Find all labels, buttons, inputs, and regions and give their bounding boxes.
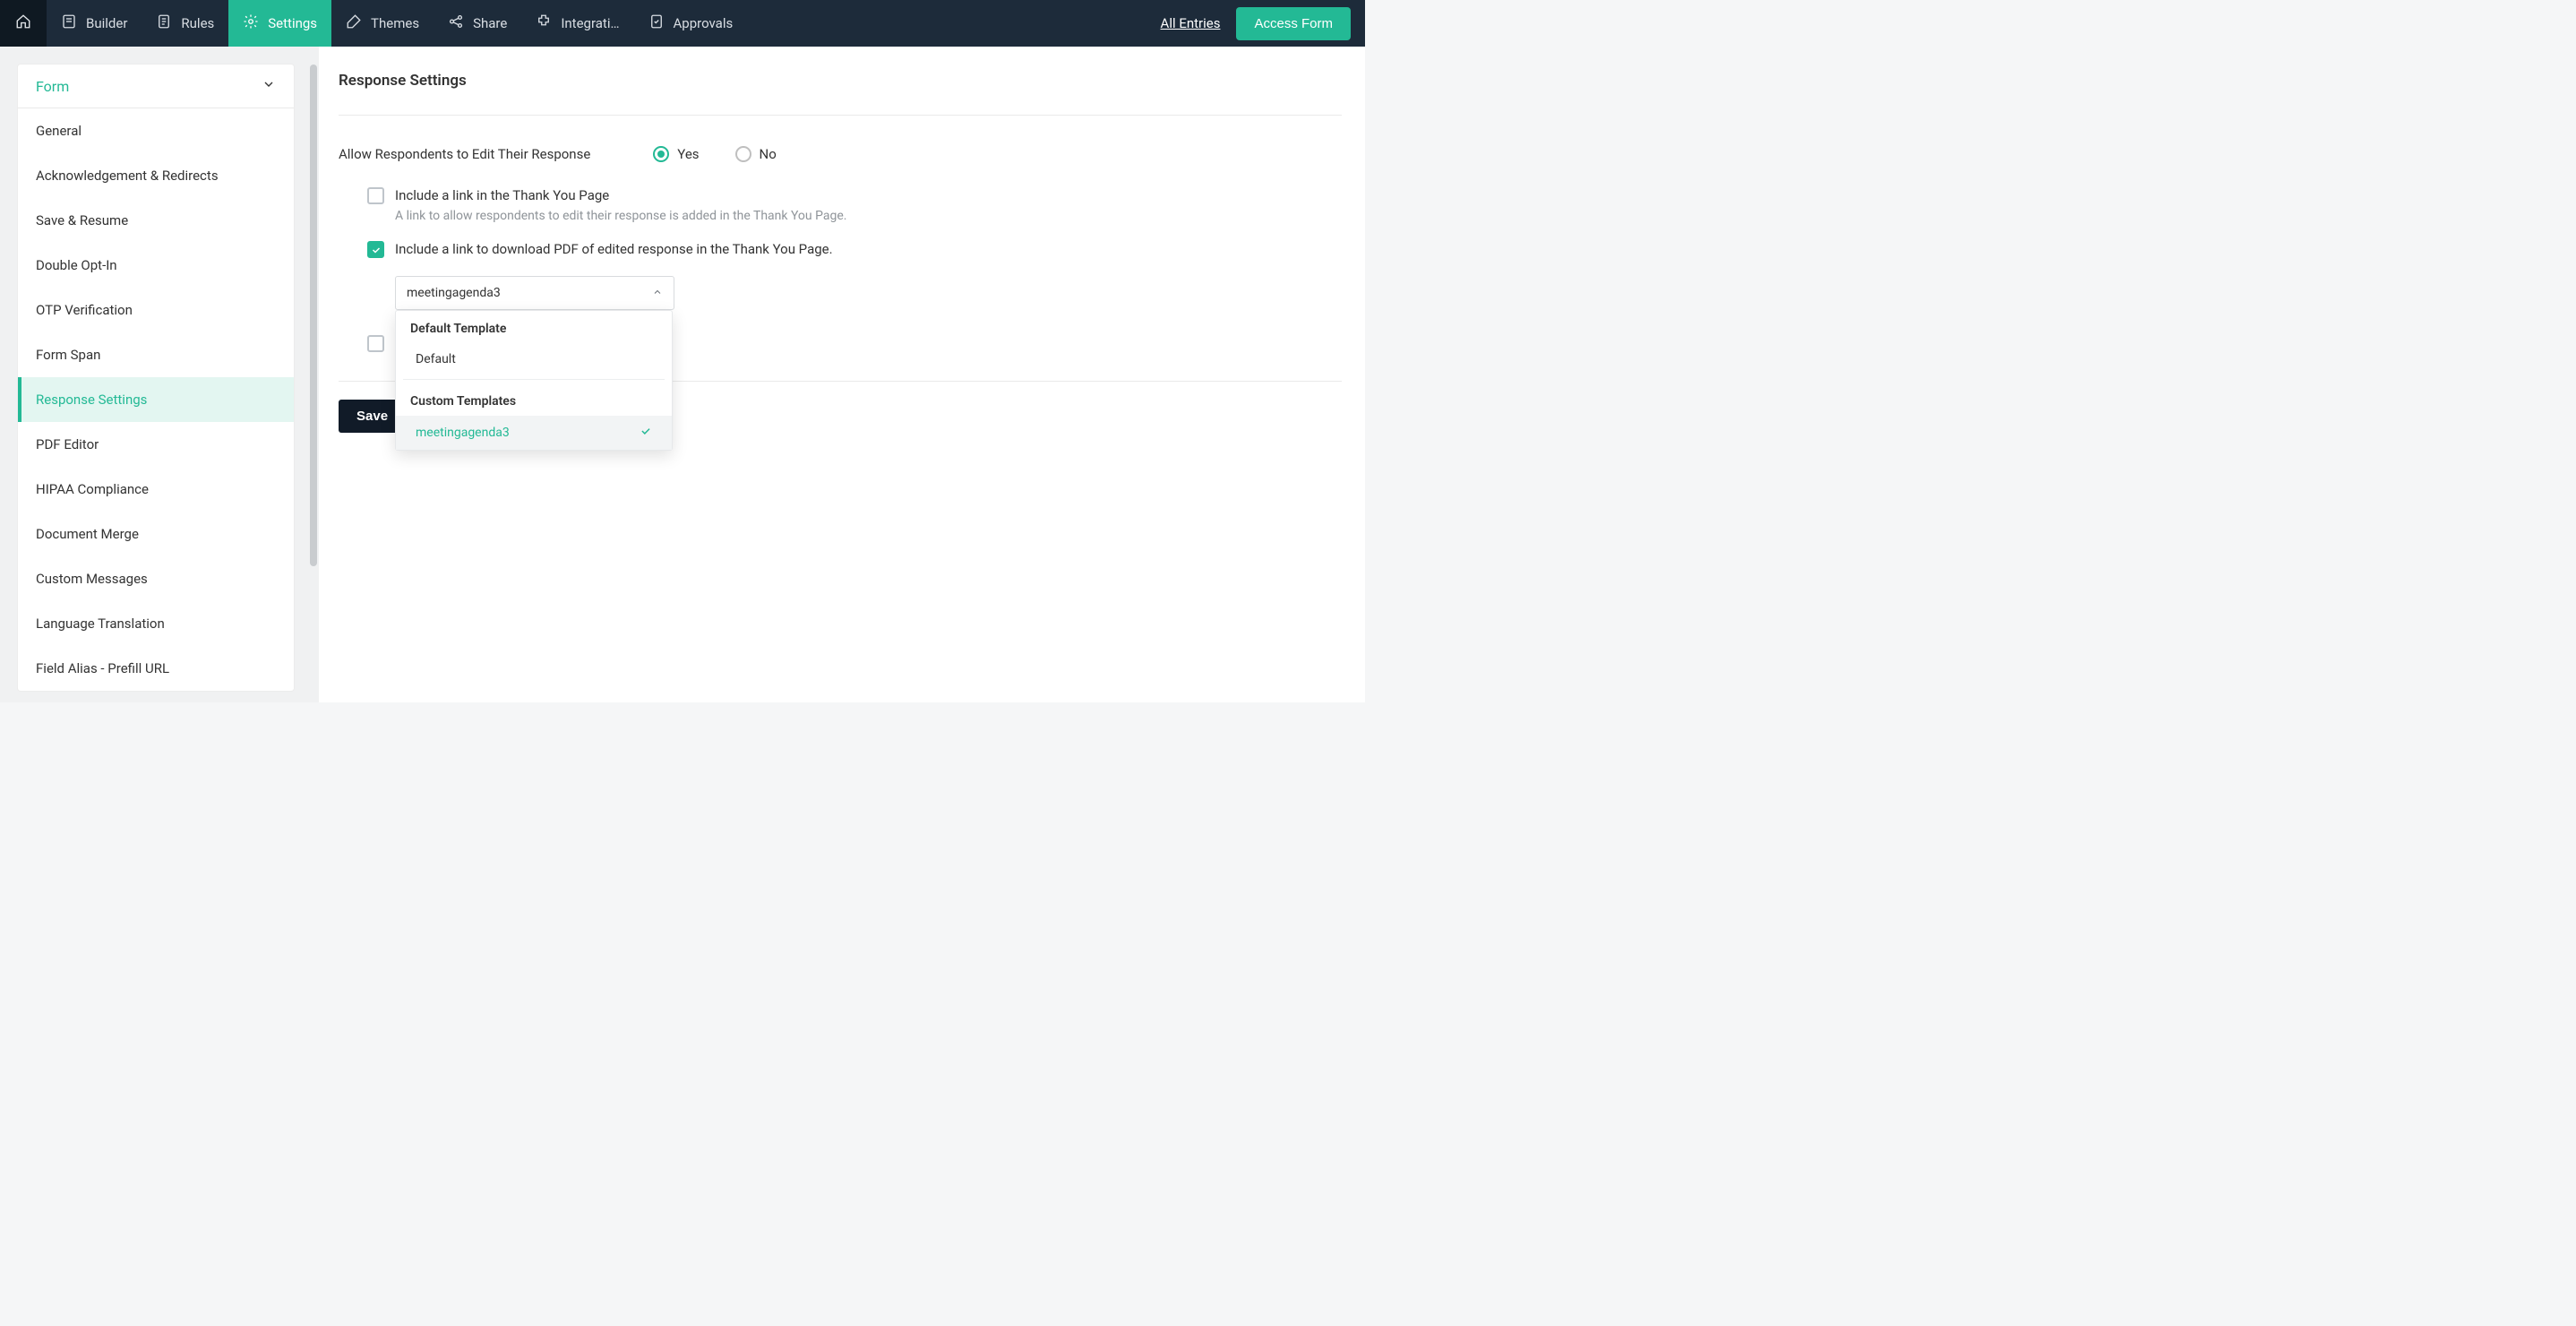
sidebar-item-pdf-editor[interactable]: PDF Editor bbox=[18, 422, 294, 467]
spacer bbox=[747, 0, 1144, 47]
radio-yes[interactable]: Yes bbox=[653, 146, 699, 162]
page-title: Response Settings bbox=[339, 72, 1342, 116]
sidebar-item-form-span[interactable]: Form Span bbox=[18, 332, 294, 377]
access-form-button[interactable]: Access Form bbox=[1236, 7, 1351, 40]
sidebar-item-save-resume[interactable]: Save & Resume bbox=[18, 198, 294, 243]
nav-tab-share[interactable]: Share bbox=[434, 0, 521, 47]
nav-label: Integrati… bbox=[561, 15, 619, 31]
chevron-up-icon bbox=[652, 285, 663, 301]
sidebar-item-custom-messages[interactable]: Custom Messages bbox=[18, 556, 294, 601]
opt-include-link-title: Include a link in the Thank You Page bbox=[395, 187, 846, 203]
sidebar-item-doc-merge[interactable]: Document Merge bbox=[18, 512, 294, 556]
sidebar: Form General Acknowledgement & Redirects… bbox=[18, 65, 294, 691]
template-select-wrap: meetingagenda3 Default Template Default … bbox=[395, 276, 674, 310]
dropdown-group-custom: Custom Templates bbox=[396, 383, 672, 416]
template-select-value: meetingagenda3 bbox=[407, 286, 501, 300]
checkbox-hidden[interactable] bbox=[367, 335, 384, 352]
radio-selected-icon bbox=[653, 146, 669, 162]
chevron-down-icon bbox=[262, 77, 276, 95]
nav-label: Settings bbox=[268, 15, 317, 31]
approvals-icon bbox=[648, 13, 665, 33]
radio-no-label: No bbox=[760, 146, 777, 162]
sidebar-item-field-alias[interactable]: Field Alias - Prefill URL bbox=[18, 646, 294, 691]
opt-download-pdf-title: Include a link to download PDF of edited… bbox=[395, 241, 833, 257]
allow-edit-radios: Yes No bbox=[653, 146, 777, 162]
themes-icon bbox=[346, 13, 362, 33]
nav-tab-themes[interactable]: Themes bbox=[331, 0, 434, 47]
top-nav: Builder Rules Settings Themes Share Inte… bbox=[0, 0, 1365, 47]
rules-icon bbox=[156, 13, 172, 33]
dropdown-item-label: Default bbox=[416, 352, 456, 366]
dropdown-item-label: meetingagenda3 bbox=[416, 426, 510, 440]
checkbox-download-pdf[interactable] bbox=[367, 241, 384, 258]
sidebar-scrollbar[interactable] bbox=[310, 65, 317, 638]
sidebar-item-general[interactable]: General bbox=[18, 108, 294, 153]
all-entries-link[interactable]: All Entries bbox=[1145, 0, 1237, 47]
allow-edit-row: Allow Respondents to Edit Their Response… bbox=[339, 146, 1342, 162]
opt-include-link-desc: A link to allow respondents to edit thei… bbox=[395, 209, 846, 223]
nav-tab-integrations[interactable]: Integrati… bbox=[521, 0, 633, 47]
main-content: Response Settings Allow Respondents to E… bbox=[319, 47, 1365, 702]
nav-label: Builder bbox=[86, 15, 127, 31]
sidebar-item-otp-verification[interactable]: OTP Verification bbox=[18, 288, 294, 332]
sidebar-item-ack-redirects[interactable]: Acknowledgement & Redirects bbox=[18, 153, 294, 198]
dropdown-item-default[interactable]: Default bbox=[396, 343, 672, 375]
home-icon bbox=[15, 13, 31, 33]
nav-tab-rules[interactable]: Rules bbox=[142, 0, 228, 47]
nav-tab-settings[interactable]: Settings bbox=[228, 0, 331, 47]
checkbox-include-link[interactable] bbox=[367, 187, 384, 204]
template-select[interactable]: meetingagenda3 bbox=[395, 276, 674, 310]
check-icon bbox=[371, 245, 382, 255]
radio-yes-label: Yes bbox=[677, 146, 699, 162]
radio-no[interactable]: No bbox=[735, 146, 777, 162]
share-icon bbox=[448, 13, 464, 33]
nav-label: Themes bbox=[371, 15, 419, 31]
check-icon bbox=[640, 425, 652, 441]
template-dropdown: Default Template Default Custom Template… bbox=[395, 310, 673, 451]
opt-include-link-text: Include a link in the Thank You Page A l… bbox=[395, 187, 846, 223]
sidebar-item-hipaa[interactable]: HIPAA Compliance bbox=[18, 467, 294, 512]
nav-tab-builder[interactable]: Builder bbox=[47, 0, 142, 47]
nav-label: Share bbox=[473, 15, 507, 31]
allow-edit-label: Allow Respondents to Edit Their Response bbox=[339, 146, 590, 162]
opt-include-link-row: Include a link in the Thank You Page A l… bbox=[367, 187, 1342, 223]
sidebar-section-title: Form bbox=[36, 78, 69, 95]
dropdown-item-meetingagenda3[interactable]: meetingagenda3 bbox=[396, 416, 672, 450]
nav-tab-approvals[interactable]: Approvals bbox=[634, 0, 748, 47]
access-form-wrap: Access Form bbox=[1236, 0, 1365, 47]
settings-icon bbox=[243, 13, 259, 33]
sidebar-container: Form General Acknowledgement & Redirects… bbox=[0, 47, 319, 702]
sidebar-item-language-translation[interactable]: Language Translation bbox=[18, 601, 294, 646]
opt-download-pdf-row: Include a link to download PDF of edited… bbox=[367, 241, 1342, 258]
scrollbar-thumb[interactable] bbox=[310, 65, 317, 566]
dropdown-divider bbox=[403, 379, 665, 380]
dropdown-group-default: Default Template bbox=[396, 311, 672, 343]
nav-label: Rules bbox=[181, 15, 214, 31]
sidebar-item-response-settings[interactable]: Response Settings bbox=[18, 377, 294, 422]
radio-unselected-icon bbox=[735, 146, 751, 162]
opt-download-pdf-text: Include a link to download PDF of edited… bbox=[395, 241, 833, 257]
sidebar-section-form[interactable]: Form bbox=[18, 65, 294, 108]
nav-label: Approvals bbox=[674, 15, 734, 31]
sidebar-item-double-optin[interactable]: Double Opt-In bbox=[18, 243, 294, 288]
builder-icon bbox=[61, 13, 77, 33]
home-button[interactable] bbox=[0, 0, 47, 47]
integrations-icon bbox=[536, 13, 552, 33]
